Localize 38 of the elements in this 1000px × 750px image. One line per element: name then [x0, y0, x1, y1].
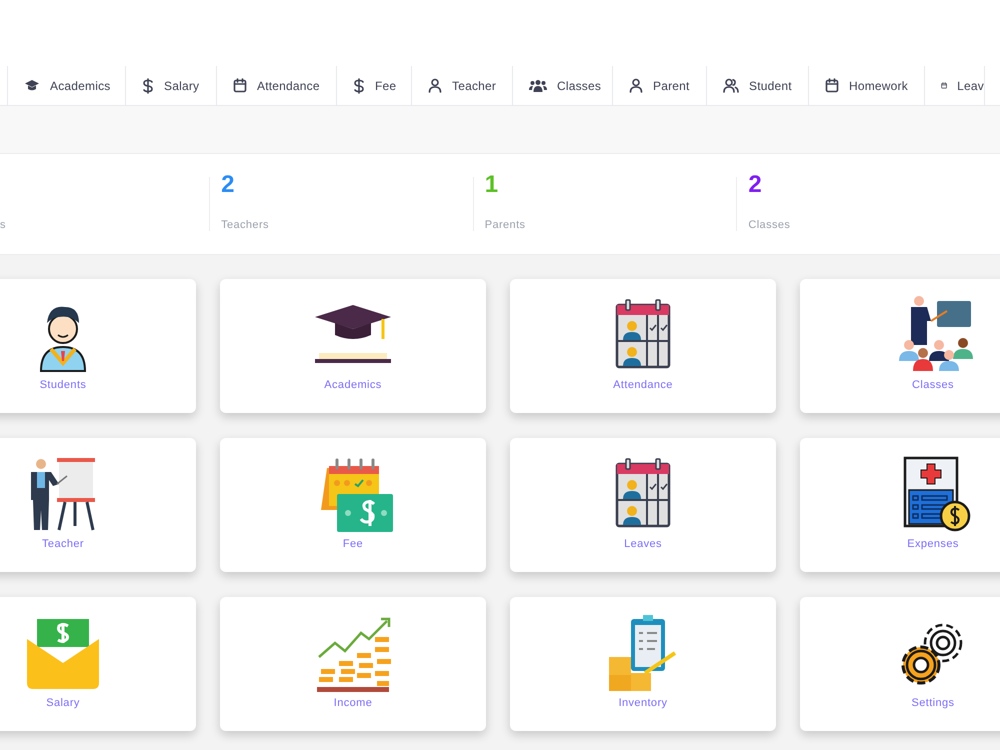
dollar-icon	[353, 78, 365, 94]
nav-tab[interactable]: Fee	[337, 66, 412, 105]
nav-tab[interactable]: Homework	[809, 66, 925, 105]
menu-card[interactable]: Fee	[220, 438, 486, 572]
cap-icon	[24, 78, 40, 92]
stat-value: 2	[221, 173, 236, 197]
nav-tab[interactable]: Leav	[925, 66, 985, 105]
dollar-icon	[142, 78, 154, 94]
users-icon	[723, 78, 739, 93]
user-icon	[629, 78, 643, 93]
stat-value: 1	[484, 173, 500, 197]
stat-label: Parents	[484, 218, 526, 232]
user-icon	[428, 78, 442, 93]
nav-tab[interactable]: Academics	[8, 66, 126, 105]
menu-card[interactable]: Inventory	[510, 597, 776, 731]
menu-card[interactable]: Salary	[0, 597, 196, 731]
stat-label: s	[0, 218, 7, 232]
nav-tab[interactable]: Parent	[613, 66, 707, 105]
nav-tab[interactable]: Salary	[126, 66, 217, 105]
calendar-icon	[825, 78, 839, 93]
nav-tab[interactable]: Teacher	[412, 66, 513, 105]
menu-card[interactable]: Leaves	[510, 438, 776, 572]
menu-card[interactable]: Classes	[800, 279, 1000, 413]
stat-label: Classes	[748, 218, 792, 232]
calendar-icon	[233, 78, 247, 93]
nav-tab[interactable]: Attendance	[217, 66, 337, 105]
menu-card[interactable]: Academics	[220, 279, 486, 413]
stat-value: 2	[748, 173, 763, 197]
stat-label: Teachers	[221, 218, 270, 232]
menu-card[interactable]: Students	[0, 279, 196, 413]
menu-card[interactable]: Teacher	[0, 438, 196, 572]
users-icon	[529, 78, 547, 92]
menu-card[interactable]: Attendance	[510, 279, 776, 413]
menu-card[interactable]: Settings	[800, 597, 1000, 731]
nav-tab[interactable]: Student	[707, 66, 809, 105]
nav-tab[interactable]: Classes	[513, 66, 613, 105]
menu-card[interactable]: Expenses	[800, 438, 1000, 572]
menu-card[interactable]: Income	[220, 597, 486, 731]
